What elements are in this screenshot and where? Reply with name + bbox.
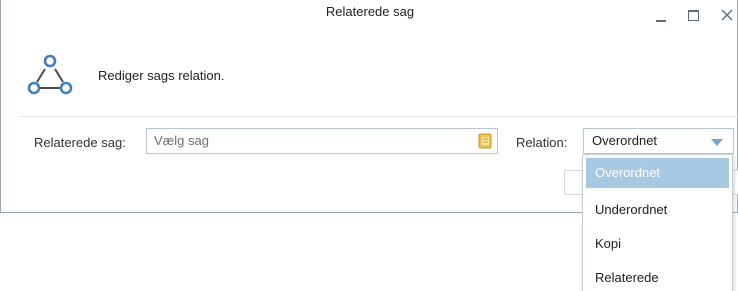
relation-triangle-icon — [27, 54, 73, 95]
relation-label: Relation: — [516, 135, 568, 150]
dropdown-option-kopi[interactable]: Kopi — [586, 229, 729, 259]
maximize-button[interactable] — [684, 6, 704, 26]
header-description: Rediger sags relation. — [98, 68, 225, 83]
dropdown-option-overordnet[interactable]: Overordnet — [586, 158, 729, 188]
relation-selected-value: Overordnet — [592, 133, 658, 148]
window-title: Relaterede sag — [325, 4, 415, 19]
divider — [19, 116, 738, 117]
case-picker-icon[interactable] — [478, 133, 492, 149]
minimize-button[interactable] — [651, 6, 671, 26]
case-label: Relaterede sag: — [34, 135, 126, 150]
dropdown-option-underordnet[interactable]: Underordnet — [586, 195, 729, 225]
case-placeholder: Vælg sag — [154, 133, 209, 148]
dropdown-option-relaterede[interactable]: Relaterede — [586, 263, 729, 291]
chevron-down-icon[interactable] — [711, 139, 723, 146]
close-button[interactable] — [718, 6, 738, 26]
close-icon — [721, 9, 733, 21]
case-input[interactable]: Vælg sag — [146, 128, 498, 154]
partially-hidden-button[interactable] — [564, 170, 584, 195]
relation-dropdown-list: Overordnet Underordnet Kopi Relaterede — [582, 154, 733, 291]
relation-select[interactable]: Overordnet — [583, 128, 734, 154]
title-bar[interactable]: Relaterede sag — [1, 0, 738, 30]
